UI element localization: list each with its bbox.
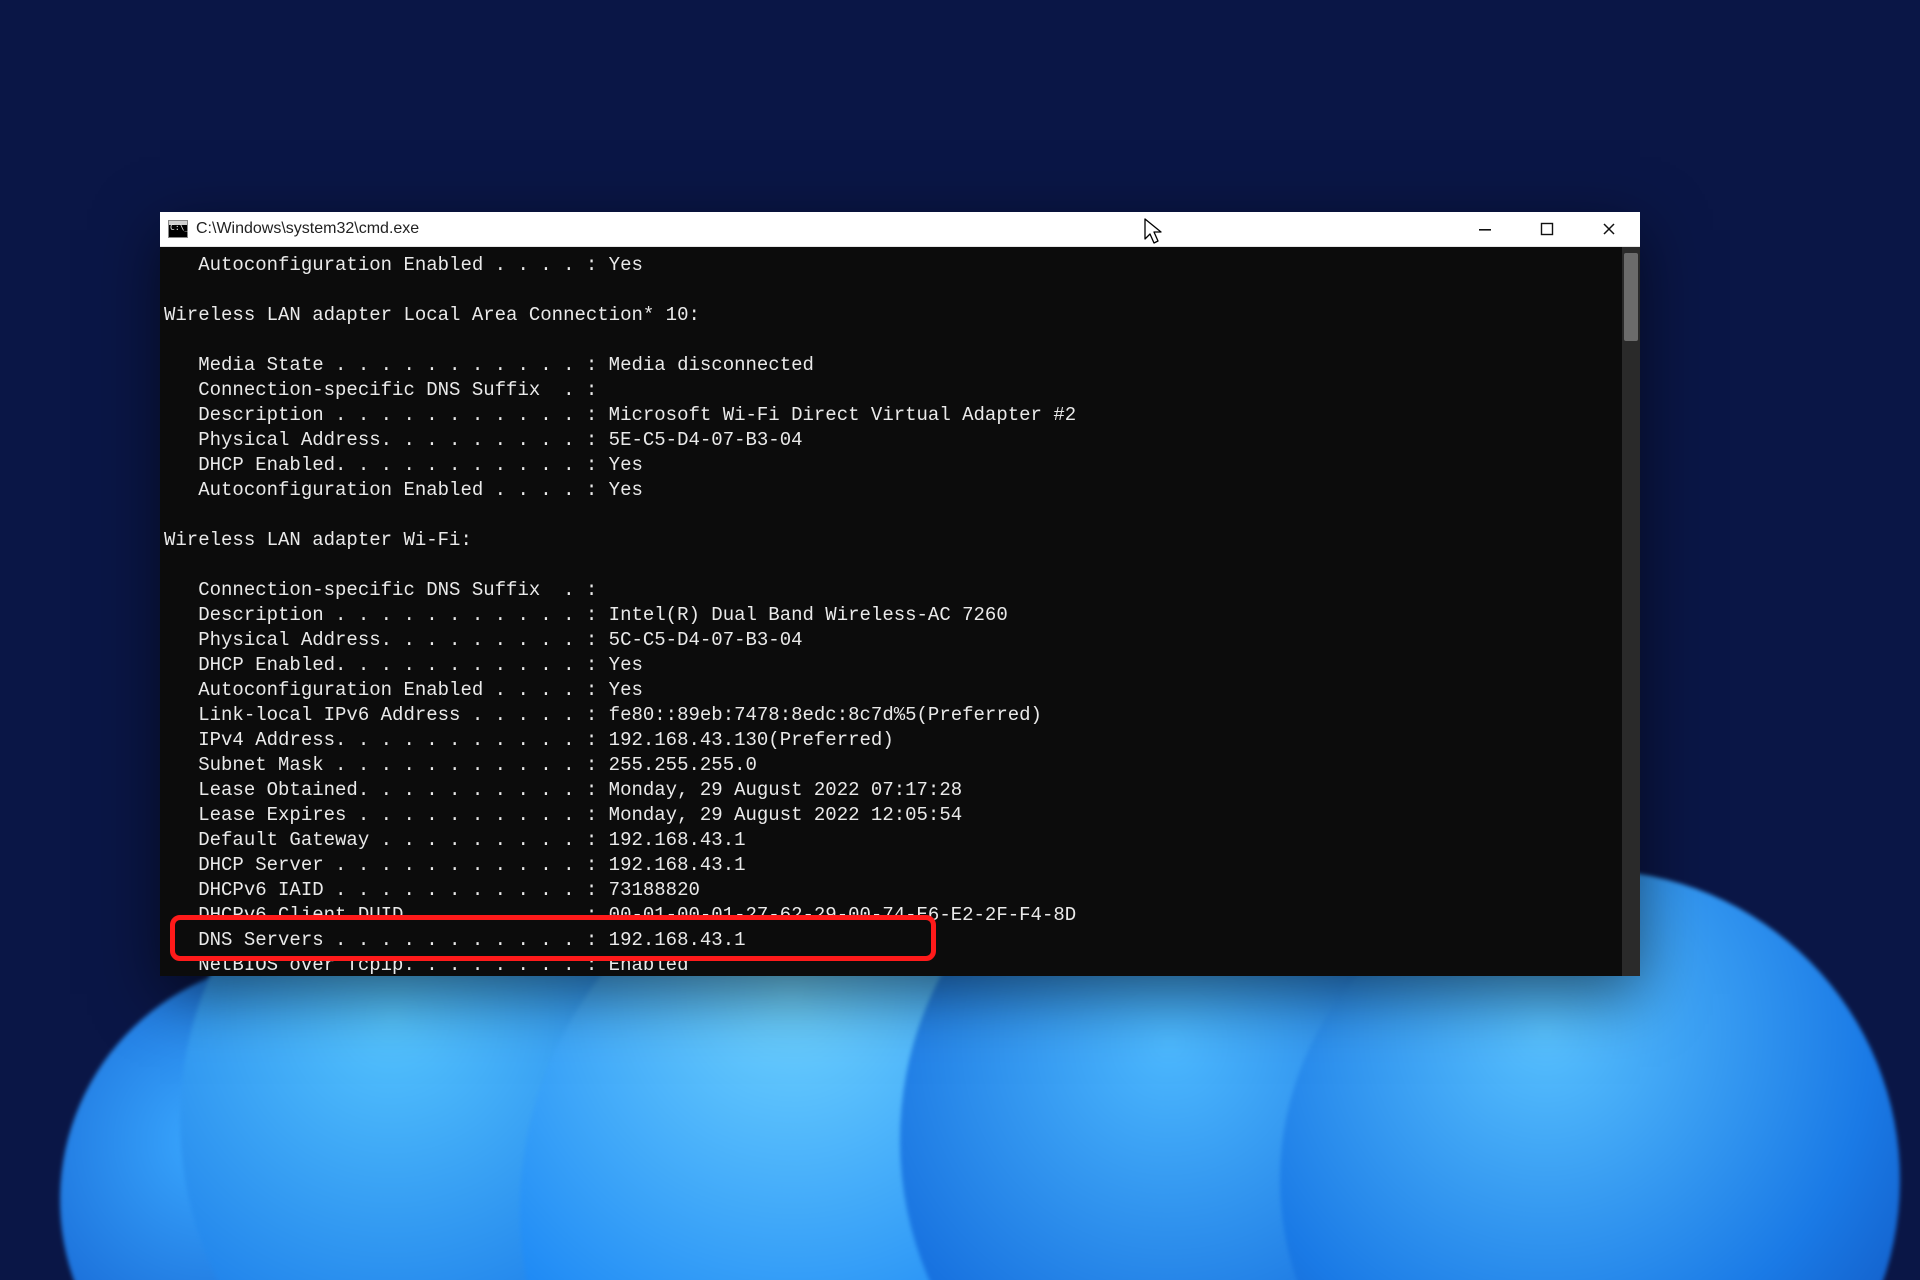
- titlebar[interactable]: C:\Windows\system32\cmd.exe: [160, 212, 1640, 247]
- cmd-window: C:\Windows\system32\cmd.exe Autoconfigur…: [160, 212, 1640, 976]
- maximize-icon: [1540, 222, 1554, 236]
- cmd-icon: [168, 220, 188, 238]
- desktop-background: C:\Windows\system32\cmd.exe Autoconfigur…: [0, 0, 1920, 1280]
- window-title: C:\Windows\system32\cmd.exe: [196, 220, 419, 238]
- minimize-icon: [1478, 222, 1492, 236]
- close-button[interactable]: [1578, 212, 1640, 246]
- window-controls: [1454, 212, 1640, 246]
- scrollbar[interactable]: [1622, 247, 1640, 976]
- maximize-button[interactable]: [1516, 212, 1578, 246]
- terminal-text: Autoconfiguration Enabled . . . . : Yes …: [160, 247, 1640, 976]
- close-icon: [1602, 222, 1616, 236]
- minimize-button[interactable]: [1454, 212, 1516, 246]
- terminal-output[interactable]: Autoconfiguration Enabled . . . . : Yes …: [160, 247, 1640, 976]
- scrollbar-thumb[interactable]: [1624, 253, 1638, 341]
